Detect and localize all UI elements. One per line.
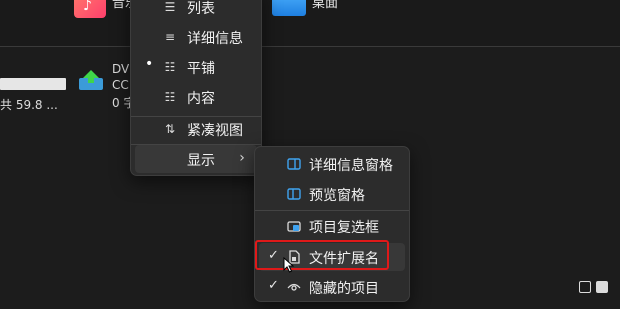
menu-item-list[interactable]: ☰ 列表 <box>135 0 257 21</box>
details-pane-icon <box>287 158 301 170</box>
chevron-right-icon: › <box>239 150 245 166</box>
preview-pane-icon <box>287 188 301 200</box>
dvd-drive-label: CC <box>112 78 129 92</box>
menu-item-compact-view[interactable]: ⇅ 紧凑视图 <box>135 115 257 143</box>
item-checkbox-icon <box>287 221 301 232</box>
desktop-folder-label[interactable]: 桌面 <box>312 0 338 11</box>
menu-item-label: 紧凑视图 <box>187 123 243 139</box>
menu-item-show[interactable]: 显示 › <box>135 145 257 173</box>
dvd-drive-icon[interactable] <box>78 70 104 92</box>
desktop-folder-icon[interactable] <box>272 0 306 16</box>
music-folder-icon[interactable]: ♪ <box>74 0 106 18</box>
submenu-item-checkboxes[interactable]: 项目复选框 <box>259 212 405 240</box>
show-submenu: 详细信息窗格 预览窗格 项目复选框 ✓ 文件扩展名 ✓ 隐藏的项目 <box>254 146 410 302</box>
submenu-item-hidden-items[interactable]: ✓ 隐藏的项目 <box>259 273 405 301</box>
submenu-item-preview-pane[interactable]: 预览窗格 <box>259 180 405 208</box>
menu-item-label: 显示 <box>187 153 215 169</box>
mouse-cursor-icon <box>283 257 295 273</box>
menu-item-label: 详细信息 <box>187 31 243 47</box>
tiles-icon: ☷ <box>164 60 176 74</box>
menu-item-details[interactable]: ≡ 详细信息 <box>135 23 257 51</box>
tiles-view-toggle-icon[interactable] <box>596 281 608 293</box>
menu-item-label: 列表 <box>187 1 215 17</box>
drive-capacity-text: 共 59.8 ... <box>0 98 58 112</box>
submenu-item-label: 详细信息窗格 <box>309 158 393 174</box>
content-icon: ☷ <box>164 90 176 104</box>
menu-item-content[interactable]: ☷ 内容 <box>135 83 257 111</box>
submenu-item-label: 隐藏的项目 <box>309 281 379 297</box>
details-view-toggle-icon[interactable] <box>579 281 591 293</box>
submenu-item-label: 预览窗格 <box>309 188 365 204</box>
highlight-annotation-box <box>255 240 389 270</box>
submenu-item-label: 项目复选框 <box>309 220 379 236</box>
list-icon: ☰ <box>164 0 176 14</box>
dvd-drive-name[interactable]: DV <box>112 62 129 76</box>
menu-item-label: 平铺 <box>187 61 215 77</box>
checkmark-icon: ✓ <box>268 278 279 293</box>
drive-usage-bar <box>0 78 66 90</box>
compact-view-icon: ⇅ <box>164 122 176 136</box>
menu-item-tiles[interactable]: • ☷ 平铺 <box>135 53 257 81</box>
section-divider <box>0 46 620 47</box>
eye-icon <box>287 283 301 291</box>
view-menu: ☰ 列表 ≡ 详细信息 • ☷ 平铺 ☷ 内容 ⇅ 紧凑视图 显示 › <box>130 0 262 176</box>
selected-bullet-icon: • <box>145 56 154 72</box>
menu-separator <box>255 210 409 211</box>
menu-item-label: 内容 <box>187 91 215 107</box>
submenu-item-details-pane[interactable]: 详细信息窗格 <box>259 150 405 178</box>
details-icon: ≡ <box>164 30 176 44</box>
